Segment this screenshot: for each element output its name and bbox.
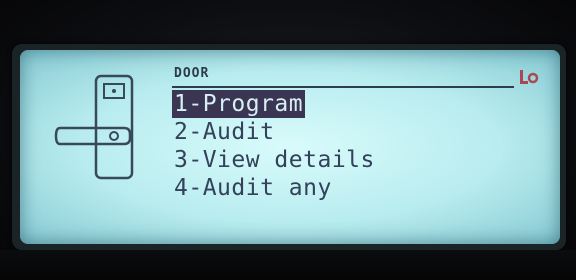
device-bottom-edge xyxy=(0,250,576,280)
menu-item-audit-any[interactable]: 4-Audit any xyxy=(172,174,377,202)
menu-item-view-details[interactable]: 3-View details xyxy=(172,146,377,174)
door-lock-icon xyxy=(54,74,134,180)
menu-item-label: 4-Audit any xyxy=(174,175,332,201)
screen-header: DOOR xyxy=(172,66,514,88)
key-icon xyxy=(520,70,539,84)
menu-item-label: 2-Audit xyxy=(174,119,275,145)
program-menu: 1-Program 2-Audit 3-View details 4-Audit… xyxy=(172,90,377,202)
menu-item-program[interactable]: 1-Program xyxy=(172,90,377,118)
lcd-screen: DOOR 1-Program 2-Audit 3-View details 4-… xyxy=(20,50,560,244)
menu-item-label: 1-Program xyxy=(172,90,306,118)
screen-title: DOOR xyxy=(174,66,210,81)
device-frame: DOOR 1-Program 2-Audit 3-View details 4-… xyxy=(0,0,576,280)
menu-item-audit[interactable]: 2-Audit xyxy=(172,118,377,146)
menu-item-label: 3-View details xyxy=(174,147,375,173)
